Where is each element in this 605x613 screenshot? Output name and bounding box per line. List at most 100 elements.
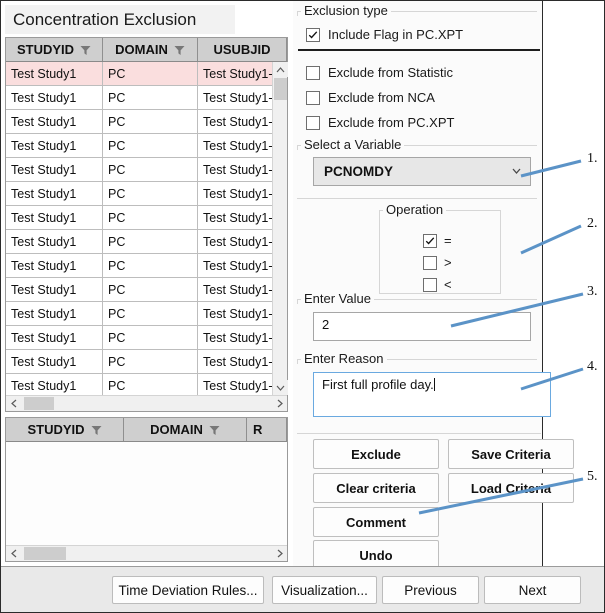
column-header-usubjid[interactable]: USUBJID [198,38,287,61]
checkbox-unchecked-icon[interactable] [423,255,437,270]
checkbox-unchecked-icon[interactable] [306,65,320,80]
grid-top-header: STUDYID DOMAIN USUBJID [6,38,287,62]
column-header-usubjid-label: USUBJID [213,42,271,57]
column-header-r[interactable]: R [247,418,287,441]
variable-select[interactable]: PCNOMDY [313,157,531,186]
table-cell-studyid: Test Study1 [6,86,103,109]
next-button[interactable]: Next [484,576,581,604]
scroll-right-icon[interactable] [272,546,287,561]
text-caret [433,378,435,391]
column-header-studyid[interactable]: STUDYID [6,38,103,61]
exclude-button[interactable]: Exclude [313,439,439,469]
value-input[interactable]: 2 [313,312,531,341]
scroll-thumb[interactable] [24,547,66,560]
column-header-studyid-2[interactable]: STUDYID [6,418,124,441]
funnel-icon[interactable] [174,44,185,55]
table-row[interactable]: Test Study1 PC Test Study1-1 [6,206,287,230]
grid-bottom-body [6,442,287,545]
variable-select-value: PCNOMDY [324,164,394,179]
annotation-number-1: 1. [587,151,598,166]
operation-greater-than[interactable]: > [423,255,452,270]
checkbox-exclude-from-nca[interactable]: Exclude from NCA [306,90,435,105]
time-deviation-rules-button[interactable]: Time Deviation Rules... [112,576,264,604]
operation-less-than[interactable]: < [423,277,452,292]
table-row[interactable]: Test Study1 PC Test Study1-1 [6,110,287,134]
grid-bottom-horizontal-scrollbar[interactable] [6,545,287,561]
table-row[interactable]: Test Study1 PC Test Study1-1 [6,134,287,158]
table-row[interactable]: Test Study1 PC Test Study1-1 [6,302,287,326]
scroll-thumb[interactable] [274,78,287,100]
scroll-right-icon[interactable] [272,396,287,411]
exclusion-criteria-panel: Exclusion type Include Flag in PC.XPT Ex… [293,1,574,570]
checkbox-include-flag[interactable]: Include Flag in PC.XPT [306,27,463,42]
table-row[interactable]: Test Study1 PC Test Study1-1 [6,62,287,86]
checkbox-unchecked-icon[interactable] [423,277,437,292]
table-row[interactable]: Test Study1 PC Test Study1-1 [6,86,287,110]
checkbox-checked-icon[interactable] [423,233,437,248]
table-cell-studyid: Test Study1 [6,182,103,205]
funnel-icon[interactable] [91,424,102,435]
funnel-icon[interactable] [80,44,91,55]
table-row[interactable]: Test Study1 PC Test Study1-1 [6,182,287,206]
checkbox-exclude-from-nca-label: Exclude from NCA [328,90,435,105]
operation-equals-label: = [444,233,452,248]
checkbox-checked-icon[interactable] [306,27,320,42]
grid-top-horizontal-scrollbar[interactable] [6,395,287,411]
scroll-up-icon[interactable] [273,62,288,77]
table-cell-domain: PC [103,302,198,325]
section-divider [297,433,541,434]
load-criteria-button[interactable]: Load Criteria [448,473,574,503]
checkbox-unchecked-icon[interactable] [306,90,320,105]
table-row[interactable]: Test Study1 PC Test Study1-1 [6,278,287,302]
scroll-left-icon[interactable] [6,396,21,411]
table-row[interactable]: Test Study1 PC Test Study1-1 [6,254,287,278]
clear-criteria-button[interactable]: Clear criteria [313,473,439,503]
exclusion-type-title: Exclusion type [301,3,391,18]
scroll-down-icon[interactable] [273,380,288,395]
table-row[interactable]: Test Study1 PC Test Study1-1 [6,374,287,395]
column-header-domain-2[interactable]: DOMAIN [124,418,247,441]
table-cell-domain: PC [103,62,198,85]
table-cell-studyid: Test Study1 [6,206,103,229]
table-cell-studyid: Test Study1 [6,302,103,325]
funnel-icon[interactable] [209,424,220,435]
table-row[interactable]: Test Study1 PC Test Study1-1 [6,350,287,374]
chevron-down-icon[interactable] [512,167,521,176]
table-row[interactable]: Test Study1 PC Test Study1-1 [6,230,287,254]
reason-input-text: First full profile day. [322,377,434,392]
checkbox-exclude-from-pcxpt-label: Exclude from PC.XPT [328,115,455,130]
column-header-r-label: R [253,422,263,437]
table-cell-domain: PC [103,134,198,157]
scroll-left-icon[interactable] [6,546,21,561]
column-header-domain[interactable]: DOMAIN [103,38,198,61]
column-header-studyid-label: STUDYID [16,42,75,57]
operation-title: Operation [383,202,447,217]
checkbox-exclude-from-statistic[interactable]: Exclude from Statistic [306,65,453,80]
visualization-button[interactable]: Visualization... [272,576,377,604]
checkbox-exclude-from-pcxpt[interactable]: Exclude from PC.XPT [306,115,454,130]
enter-reason-title: Enter Reason [301,351,387,366]
excluded-records-grid[interactable]: STUDYID DOMAIN R [5,417,288,562]
grid-bottom-header: STUDYID DOMAIN R [6,418,287,442]
table-cell-studyid: Test Study1 [6,62,103,85]
annotation-number-2: 2. [587,216,598,231]
table-cell-studyid: Test Study1 [6,374,103,395]
time-deviation-rules-button-label: Time Deviation Rules... [118,582,258,598]
grid-top-vertical-scrollbar[interactable] [272,62,288,395]
concentration-data-grid[interactable]: STUDYID DOMAIN USUBJID Test Study1 PC Test… [5,37,288,412]
group-border-left [379,210,380,294]
table-cell-studyid: Test Study1 [6,230,103,253]
next-button-label: Next [518,582,547,598]
save-criteria-button[interactable]: Save Criteria [448,439,574,469]
visualization-button-label: Visualization... [281,582,368,598]
checkbox-unchecked-icon[interactable] [306,115,320,130]
reason-input[interactable]: First full profile day. [313,372,551,417]
table-row[interactable]: Test Study1 PC Test Study1-1 [6,326,287,350]
table-row[interactable]: Test Study1 PC Test Study1-1 [6,158,287,182]
comment-button[interactable]: Comment [313,507,439,537]
scroll-thumb[interactable] [24,397,54,410]
grid-top-body: Test Study1 PC Test Study1-1 Test Study1 PC T… [6,62,287,395]
operation-equals[interactable]: = [423,233,452,248]
table-cell-studyid: Test Study1 [6,278,103,301]
previous-button[interactable]: Previous [382,576,479,604]
